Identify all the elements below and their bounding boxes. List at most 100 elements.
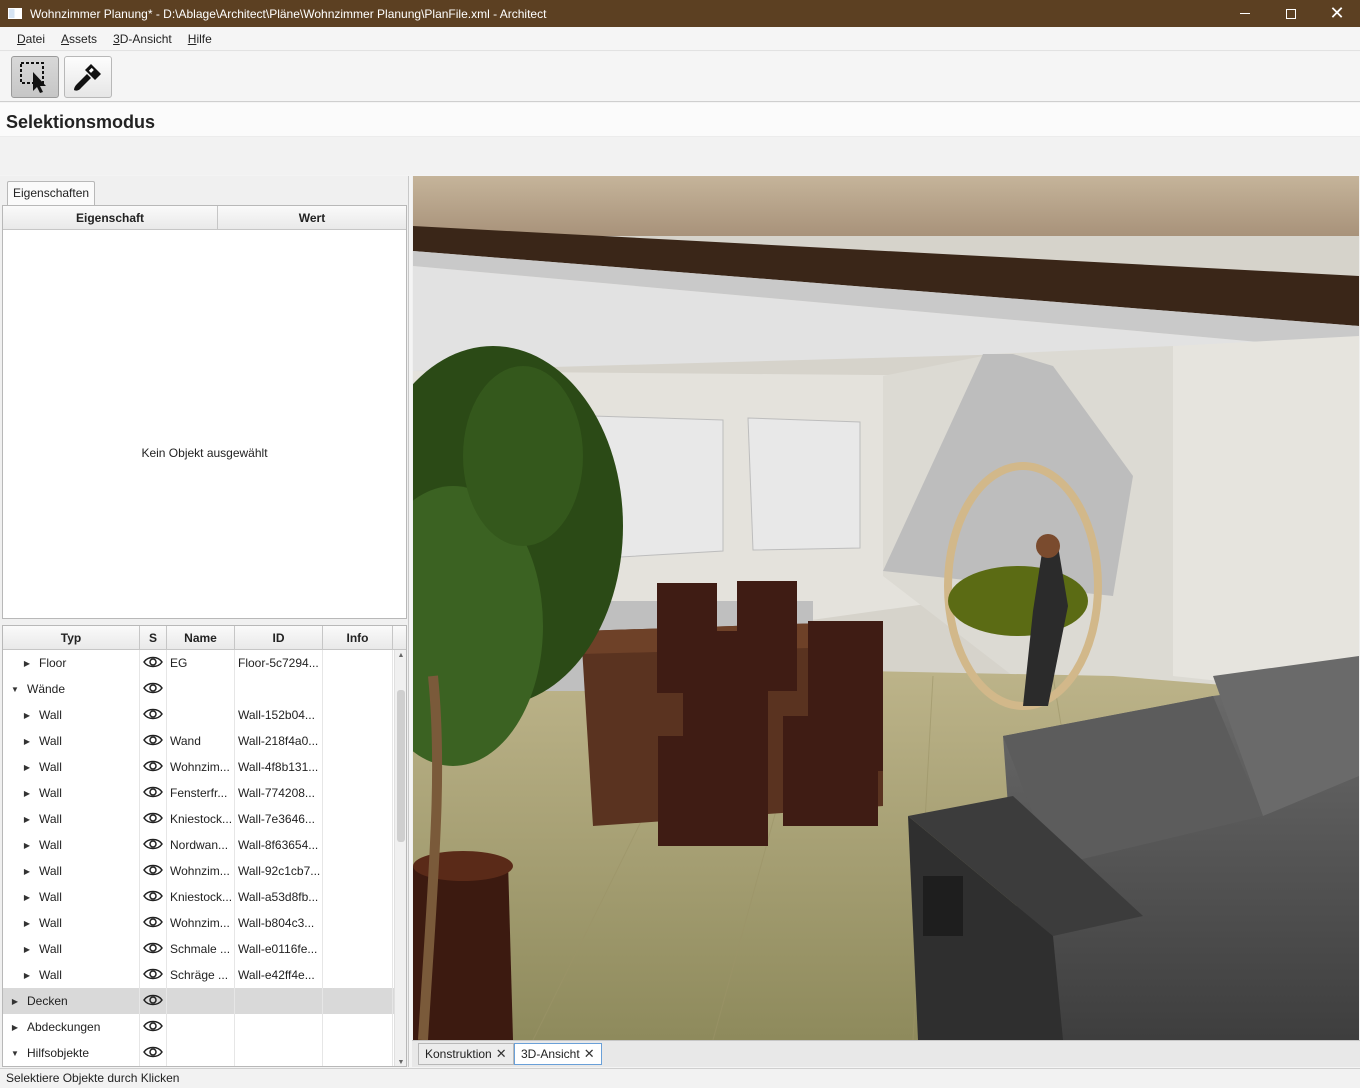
visibility-toggle[interactable] <box>140 910 167 936</box>
menu-assets[interactable]: Assets <box>53 32 105 46</box>
tree-row[interactable]: ▶ Wall Wohnzim... Wall-92c1cb7... <box>3 858 406 884</box>
eye-icon[interactable] <box>143 733 163 750</box>
scroll-thumb[interactable] <box>397 690 405 842</box>
visibility-toggle[interactable] <box>140 806 167 832</box>
tree-row[interactable]: ▶ Wall Wall-152b04... <box>3 702 406 728</box>
column-s[interactable]: S <box>140 626 167 649</box>
column-typ[interactable]: Typ <box>3 626 140 649</box>
column-name[interactable]: Name <box>167 626 235 649</box>
expand-right-icon[interactable]: ▶ <box>21 815 33 824</box>
tree-row[interactable]: ▶ Wall Kniestock... Wall-a53d8fb... <box>3 884 406 910</box>
tree-row[interactable]: ▼ Hilfsobjekte <box>3 1040 406 1066</box>
visibility-toggle[interactable] <box>140 754 167 780</box>
visibility-toggle[interactable] <box>140 1014 167 1040</box>
visibility-toggle[interactable] <box>140 884 167 910</box>
tab-3d-ansicht[interactable]: 3D-Ansicht ✕ <box>514 1043 602 1065</box>
column-id[interactable]: ID <box>235 626 323 649</box>
tab-eigenschaften[interactable]: Eigenschaften <box>7 181 96 205</box>
tree-cell-name <box>167 676 235 702</box>
menu-hilfe[interactable]: Hilfe <box>180 32 220 46</box>
maximize-button[interactable] <box>1268 0 1314 27</box>
menu-3d-ansicht[interactable]: 3D-Ansicht <box>105 32 180 46</box>
tree-row[interactable]: ▶ Wall Wohnzim... Wall-4f8b131... <box>3 754 406 780</box>
tree-row[interactable]: ▶ Wall Kniestock... Wall-7e3646... <box>3 806 406 832</box>
visibility-toggle[interactable] <box>140 936 167 962</box>
title-bar: Wohnzimmer Planung* - D:\Ablage\Architec… <box>0 0 1360 27</box>
scroll-down-icon[interactable]: ▼ <box>395 1059 406 1066</box>
eye-icon[interactable] <box>143 681 163 698</box>
expand-right-icon[interactable]: ▶ <box>21 919 33 928</box>
menu-datei[interactable]: Datei <box>9 32 53 46</box>
paint-tool-button[interactable] <box>64 55 112 98</box>
visibility-toggle[interactable] <box>140 676 167 702</box>
visibility-toggle[interactable] <box>140 832 167 858</box>
tree-row[interactable]: ▶ Floor EG Floor-5c7294... <box>3 650 406 676</box>
eye-icon[interactable] <box>143 655 163 672</box>
tree-row[interactable]: ▶ Wall Nordwan... Wall-8f63654... <box>3 832 406 858</box>
tree-row[interactable]: ▶ Wall Wand Wall-218f4a0... <box>3 728 406 754</box>
expand-right-icon[interactable]: ▶ <box>21 971 33 980</box>
tree-row[interactable]: ▶ Wall Fensterfr... Wall-774208... <box>3 780 406 806</box>
visibility-toggle[interactable] <box>140 858 167 884</box>
tree-row[interactable]: ▼ Wände <box>3 676 406 702</box>
column-wert[interactable]: Wert <box>218 206 406 229</box>
visibility-toggle[interactable] <box>140 702 167 728</box>
eye-icon[interactable] <box>143 785 163 802</box>
eye-icon[interactable] <box>143 967 163 984</box>
expand-right-icon[interactable]: ▶ <box>21 945 33 954</box>
tree-row[interactable]: ▶ Wall Schräge ... Wall-e42ff4e... <box>3 962 406 988</box>
expand-right-icon[interactable]: ▶ <box>21 737 33 746</box>
tree-cell-id: Wall-92c1cb7... <box>235 858 323 884</box>
eye-icon[interactable] <box>143 993 163 1010</box>
close-window-button[interactable]: ✕ <box>1314 0 1360 27</box>
expand-right-icon[interactable]: ▶ <box>21 789 33 798</box>
tree-cell-name: Kniestock... <box>167 884 235 910</box>
tree-row[interactable]: ▶ Wall Wohnzim... Wall-b804c3... <box>3 910 406 936</box>
visibility-toggle[interactable] <box>140 728 167 754</box>
eye-icon[interactable] <box>143 863 163 880</box>
scroll-up-icon[interactable]: ▲ <box>395 652 406 659</box>
expand-right-icon[interactable]: ▶ <box>9 1023 21 1032</box>
tree-row[interactable]: ▶ Decken <box>3 988 406 1014</box>
eye-icon[interactable] <box>143 941 163 958</box>
expand-right-icon[interactable]: ▶ <box>21 893 33 902</box>
eye-icon[interactable] <box>143 915 163 932</box>
expand-right-icon[interactable]: ▶ <box>21 659 33 668</box>
tree-cell-name: Wohnzim... <box>167 754 235 780</box>
eye-icon[interactable] <box>143 1045 163 1062</box>
eye-icon[interactable] <box>143 837 163 854</box>
tree-row[interactable]: ▶ Abdeckungen <box>3 1014 406 1040</box>
column-info[interactable]: Info <box>323 626 393 649</box>
visibility-toggle[interactable] <box>140 1040 167 1066</box>
tree-row[interactable]: ▶ Wall Schmale ... Wall-e0116fe... <box>3 936 406 962</box>
mode-header: Selektionsmodus <box>0 103 1360 175</box>
tree-cell-typ: ▶ Wall <box>3 832 140 858</box>
visibility-toggle[interactable] <box>140 962 167 988</box>
column-eigenschaft[interactable]: Eigenschaft <box>3 206 218 229</box>
eye-icon[interactable] <box>143 811 163 828</box>
eye-icon[interactable] <box>143 889 163 906</box>
expand-right-icon[interactable]: ▶ <box>9 997 21 1006</box>
expand-down-icon[interactable]: ▼ <box>9 1049 21 1058</box>
expand-right-icon[interactable]: ▶ <box>21 763 33 772</box>
expand-down-icon[interactable]: ▼ <box>9 685 21 694</box>
expand-right-icon[interactable]: ▶ <box>21 867 33 876</box>
expand-right-icon[interactable]: ▶ <box>21 711 33 720</box>
tab-konstruktion[interactable]: Konstruktion ✕ <box>418 1043 514 1065</box>
eye-icon[interactable] <box>143 707 163 724</box>
tree-cell-id <box>235 1040 323 1066</box>
tree-scrollbar[interactable]: ▲ ▼ <box>394 650 406 1066</box>
eye-icon[interactable] <box>143 759 163 776</box>
eye-icon[interactable] <box>143 1019 163 1036</box>
3d-viewport[interactable] <box>413 176 1359 1040</box>
visibility-toggle[interactable] <box>140 780 167 806</box>
minimize-button[interactable] <box>1222 0 1268 27</box>
tree-cell-id: Floor-5c7294... <box>235 650 323 676</box>
visibility-toggle[interactable] <box>140 988 167 1014</box>
visibility-toggle[interactable] <box>140 650 167 676</box>
tree-cell-info <box>323 754 393 780</box>
close-tab-icon[interactable]: ✕ <box>584 1046 595 1061</box>
close-tab-icon[interactable]: ✕ <box>496 1046 507 1061</box>
expand-right-icon[interactable]: ▶ <box>21 841 33 850</box>
selection-tool-button[interactable] <box>11 55 59 98</box>
